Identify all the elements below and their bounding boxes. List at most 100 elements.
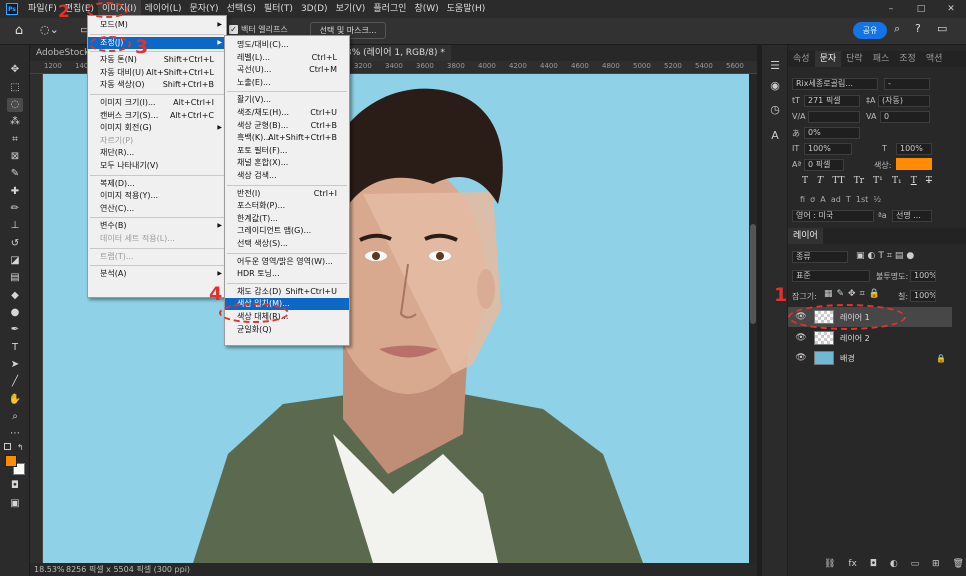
frame-tool-icon[interactable]: ⊠ <box>7 150 23 164</box>
menu-3d[interactable]: 3D(D) <box>297 0 332 18</box>
blur-tool-icon[interactable]: ◆ <box>7 289 23 303</box>
adjustment-icon[interactable]: ◐ <box>890 559 898 569</box>
mask-icon[interactable]: ◘ <box>870 559 877 569</box>
workspace-icon[interactable]: ▭ <box>937 22 947 35</box>
fill-field[interactable]: 100% <box>910 290 936 302</box>
menu-item[interactable]: 모드(M) ▶ <box>88 19 226 31</box>
clone-stamp-icon[interactable]: ⊥ <box>7 219 23 233</box>
close-icon[interactable]: ✕ <box>936 0 966 18</box>
menu-item[interactable]: 균일화(Q) <box>225 324 349 336</box>
line-tool-icon[interactable]: ╱ <box>7 375 23 389</box>
superscript-button[interactable]: T¹ <box>873 176 883 188</box>
group-icon[interactable]: ▭ <box>911 559 920 569</box>
menu-item[interactable]: 어두운 영역/밝은 영역(W)... <box>225 256 349 268</box>
font-size-field[interactable]: 271 픽셀 <box>804 95 860 107</box>
menu-item[interactable]: 노출(E)... <box>225 77 349 89</box>
eyedropper-icon[interactable]: ✎ <box>7 167 23 181</box>
menu-item[interactable]: 색상 균형(B)... Ctrl+B <box>225 120 349 132</box>
menu-item[interactable]: 자동 색상(O) Shift+Ctrl+B <box>88 79 226 91</box>
canvas-scrollbar[interactable] <box>749 74 757 563</box>
small-caps-button[interactable]: Tr <box>854 176 864 188</box>
menu-file[interactable]: 파일(F) <box>24 0 61 18</box>
history-icon[interactable]: ◷ <box>767 103 783 119</box>
menu-item[interactable]: 포토 필터(F)... <box>225 145 349 157</box>
zoom-tool-icon[interactable]: ⌕ <box>7 410 23 424</box>
menu-help[interactable]: 도움말(H) <box>443 0 490 18</box>
menu-item[interactable]: 명도/대비(C)... <box>225 39 349 51</box>
pen-tool-icon[interactable]: ✒ <box>7 323 23 337</box>
menu-item[interactable]: 캔버스 크기(S)... Alt+Ctrl+C <box>88 110 226 122</box>
dodge-tool-icon[interactable]: ● <box>7 306 23 320</box>
default-colors-icon[interactable] <box>4 443 11 450</box>
menu-item[interactable]: 연산(C)... <box>88 203 226 215</box>
menu-item[interactable]: 자동 톤(N) Shift+Ctrl+L <box>88 54 226 66</box>
menu-item[interactable]: 채도 감소(D) Shift+Ctrl+U <box>225 286 349 298</box>
lasso-tool-preset-icon[interactable]: ◌⌄ <box>40 23 66 39</box>
opacity-field[interactable]: 100% <box>910 270 936 282</box>
lock-icons[interactable]: ▦✎✥⌗🔒 <box>824 289 884 299</box>
zoom-level[interactable]: 18.53% <box>34 563 65 576</box>
kerning-field[interactable] <box>808 111 860 123</box>
font-family-select[interactable]: Rix세종로골림... <box>792 78 878 90</box>
screen-mode-icon[interactable]: ▣ <box>7 497 23 511</box>
minimize-icon[interactable]: – <box>876 0 906 18</box>
menu-item[interactable]: 색조/채도(H)... Ctrl+U <box>225 107 349 119</box>
menu-item[interactable]: 채널 혼합(X)... <box>225 157 349 169</box>
menu-item[interactable]: 이미지 회전(G) ▶ <box>88 122 226 134</box>
baseline-shift-field[interactable]: 0 픽셀 <box>804 159 844 171</box>
menu-item[interactable]: 그레이디언트 맵(G)... <box>225 225 349 237</box>
tab-adobestock[interactable]: AdobeStock <box>30 45 95 61</box>
trash-icon[interactable]: 🗑 <box>953 559 964 569</box>
layer-filter-select[interactable]: 종류 <box>792 251 848 263</box>
character-panel-icon[interactable]: A <box>767 129 783 145</box>
maximize-icon[interactable]: □ <box>906 0 936 18</box>
hand-tool-icon[interactable]: ✋ <box>7 393 23 407</box>
leading-field[interactable]: (자동) <box>878 95 930 107</box>
gradient-tool-icon[interactable]: ▤ <box>7 271 23 285</box>
layer-filter-icons[interactable]: ▣◐T⌗▤● <box>856 251 946 261</box>
tsume-field[interactable]: 0% <box>804 127 860 139</box>
search-icon[interactable]: ⌕ <box>894 22 900 36</box>
underline-button[interactable]: T <box>911 176 917 188</box>
marquee-tool-icon[interactable]: ⬚ <box>7 81 23 95</box>
tab-paths[interactable]: 패스 <box>868 51 895 67</box>
menu-plugins[interactable]: 플러그인 <box>369 0 410 18</box>
home-icon[interactable]: ⌂ <box>10 23 28 39</box>
all-caps-button[interactable]: TT <box>832 176 844 188</box>
menu-item[interactable]: 이미지 크기(I)... Alt+Ctrl+I <box>88 97 226 109</box>
tab-paragraph[interactable]: 단락 <box>841 51 868 67</box>
new-layer-icon[interactable]: ⊞ <box>932 559 940 569</box>
menu-item[interactable]: 분석(A) ▶ <box>88 268 226 280</box>
tab-properties[interactable]: 속성 <box>788 51 815 67</box>
foreground-color-swatch[interactable] <box>5 455 17 467</box>
faux-italic-button[interactable]: T <box>817 176 823 188</box>
type-tool-icon[interactable]: T <box>7 341 23 355</box>
menu-item[interactable]: 선택 색상(S)... <box>225 238 349 250</box>
menu-item[interactable]: 반전(I) Ctrl+I <box>225 188 349 200</box>
path-selection-icon[interactable]: ➤ <box>7 358 23 372</box>
blend-mode-select[interactable]: 표준 <box>792 270 870 282</box>
visibility-eye-icon[interactable]: 👁 <box>794 333 808 343</box>
visibility-eye-icon[interactable]: 👁 <box>794 353 808 363</box>
strikethrough-button[interactable]: T <box>926 176 932 188</box>
menu-item[interactable]: 레벨(L)... Ctrl+L <box>225 52 349 64</box>
swap-colors-icon[interactable]: ↰ <box>17 443 24 452</box>
layer-row-2[interactable]: 👁 레이어 2 <box>788 328 952 348</box>
menu-window[interactable]: 창(W) <box>410 0 442 18</box>
menu-item[interactable]: 포스터화(P)... <box>225 200 349 212</box>
magic-wand-icon[interactable]: ⁂ <box>7 115 23 129</box>
menu-filter[interactable]: 필터(T) <box>260 0 297 18</box>
subscript-button[interactable]: T₁ <box>892 176 902 188</box>
link-icon[interactable]: ⛓ <box>824 559 835 569</box>
text-color-swatch[interactable] <box>896 158 932 170</box>
horizontal-scale-field[interactable]: 100% <box>896 143 932 155</box>
layers-panel-title[interactable]: 레이어 <box>788 228 823 244</box>
fx-icon[interactable]: fx <box>848 559 857 569</box>
menu-item[interactable]: 한계값(T)... <box>225 213 349 225</box>
menu-item[interactable]: HDR 토닝... <box>225 268 349 280</box>
vector-checkbox[interactable]: ✓ <box>229 25 238 34</box>
properties-icon[interactable]: ☰ <box>767 59 783 75</box>
menu-item[interactable]: 변수(B) ▶ <box>88 220 226 232</box>
font-style-select[interactable]: - <box>884 78 930 90</box>
move-tool-icon[interactable]: ✥ <box>7 63 23 77</box>
